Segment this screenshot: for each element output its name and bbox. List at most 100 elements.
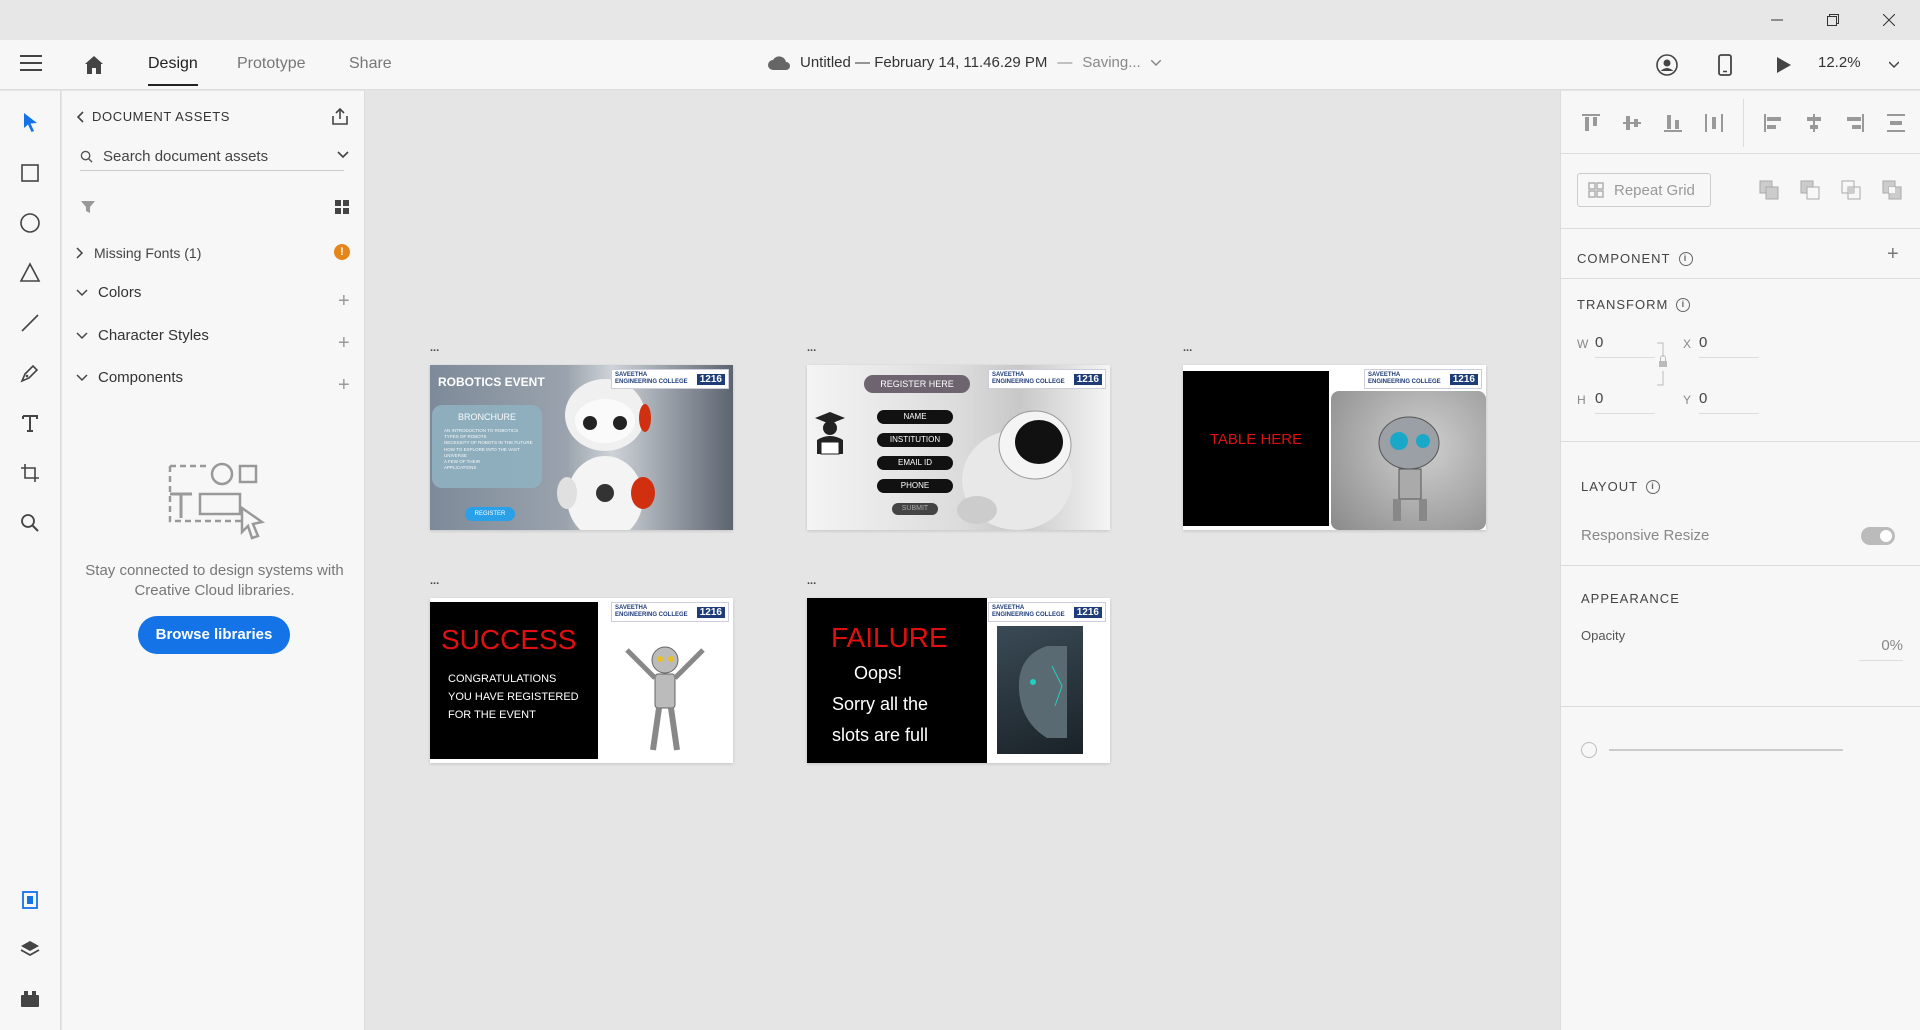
repeat-grid-button[interactable]: Repeat Grid [1577,173,1711,207]
opacity-slider-track[interactable] [1609,749,1843,751]
align-right-icon[interactable] [1843,111,1867,135]
restore-button[interactable] [1810,0,1856,40]
subtract-boolean-icon[interactable] [1798,178,1822,202]
line-tool-icon[interactable] [18,311,42,335]
minimize-button[interactable] [1754,0,1800,40]
info-icon[interactable]: i [1676,297,1691,312]
y-field[interactable]: 0 [1699,390,1759,414]
x-field[interactable]: 0 [1699,334,1759,358]
document-assets-panel: DOCUMENT ASSETS Search document assets M… [62,91,365,1030]
rectangle-tool-icon[interactable] [18,161,42,185]
name-field: NAME [877,410,953,424]
section-colors[interactable]: Colors [76,284,141,301]
menu-icon[interactable] [20,55,42,75]
responsive-resize-toggle[interactable] [1861,527,1895,545]
distribute-horizontal-icon[interactable] [1702,111,1726,135]
assets-back-button[interactable]: DOCUMENT ASSETS [76,109,230,124]
artboard-label[interactable]: ... [807,342,816,354]
artboard-tool-icon[interactable] [18,461,42,485]
zoom-tool-icon[interactable] [18,511,42,535]
divider [1561,565,1920,566]
transform-section-title: TRANSFORM i [1577,297,1691,312]
height-label: H [1577,393,1586,407]
zoom-value: 12.2% [1818,54,1861,71]
design-canvas[interactable]: ... ROBOTICS EVENT BRONCHURE AN INTRODUC… [366,91,1559,1030]
layout-label: LAYOUT [1581,479,1639,494]
artboard-label[interactable]: ... [807,575,816,587]
width-field[interactable]: 0 [1595,334,1655,358]
chevron-down-icon [76,288,88,296]
artboard-table[interactable]: TABLE HERE SAVEETHA ENGINEERING COLLEGE 1… [1183,365,1486,530]
repeat-grid-icon [1588,182,1604,198]
missing-fonts-label: Missing Fonts (1) [94,245,202,261]
assets-panel-icon[interactable] [18,888,42,912]
chevron-down-icon[interactable] [337,151,349,159]
filter-icon[interactable] [80,199,96,215]
align-bottom-icon[interactable] [1661,111,1685,135]
share-export-icon[interactable] [330,107,350,127]
robot-image [957,410,1072,530]
brochure-card: BRONCHURE AN INTRODUCTION TO ROBOTICS TY… [432,405,542,488]
zoom-control[interactable]: 12.2% [1818,54,1899,76]
section-components[interactable]: Components [76,369,183,386]
add-component-icon[interactable]: + [1887,243,1899,266]
search-placeholder: Search document assets [103,148,269,165]
tab-prototype[interactable]: Prototype [237,55,305,73]
intersect-boolean-icon[interactable] [1839,178,1863,202]
align-top-icon[interactable] [1579,111,1603,135]
device-preview-icon[interactable] [1713,53,1737,77]
artboard-label[interactable]: ... [430,342,439,354]
user-icon[interactable] [1655,53,1679,77]
text-tool-icon[interactable] [18,411,42,435]
missing-fonts-row[interactable]: Missing Fonts (1) [76,245,201,261]
warning-icon: ! [334,244,350,260]
info-icon[interactable]: i [1646,479,1661,494]
select-tool-icon[interactable] [18,110,42,134]
properties-panel: Repeat Grid COMPONENT i + TRANSFORM i W … [1560,91,1920,1030]
title-separator: — [1057,54,1073,71]
artboard-failure[interactable]: FAILURE Oops! Sorry all the slots are fu… [807,598,1110,763]
search-assets-input[interactable]: Search document assets [80,143,344,171]
artboard-success[interactable]: SUCCESS CONGRATULATIONS YOU HAVE REGISTE… [430,598,733,763]
divider [1561,441,1920,442]
add-boolean-icon[interactable] [1757,178,1781,202]
artboard-label[interactable]: ... [430,575,439,587]
add-color-icon[interactable]: + [338,290,350,313]
opacity-value[interactable]: 0% [1859,637,1903,661]
section-character-styles[interactable]: Character Styles [76,327,209,344]
add-component-icon[interactable]: + [338,374,350,397]
align-center-icon[interactable] [1802,111,1826,135]
ellipse-tool-icon[interactable] [18,211,42,235]
cloud-icon [768,55,790,70]
add-character-style-icon[interactable]: + [338,332,350,355]
document-title-bar[interactable]: Untitled — February 14, 11.46.29 PM — Sa… [768,54,1161,71]
polygon-tool-icon[interactable] [18,261,42,285]
align-middle-icon[interactable] [1620,111,1644,135]
document-title: Untitled — February 14, 11.46.29 PM [800,54,1048,71]
home-icon[interactable] [82,53,106,77]
opacity-label: Opacity [1581,628,1626,643]
height-field[interactable]: 0 [1595,390,1655,414]
close-window-button[interactable] [1866,0,1912,40]
artboard-label[interactable]: ... [1183,342,1192,354]
minimize-icon [1771,19,1783,21]
info-icon[interactable]: i [1678,251,1693,266]
browse-libraries-button[interactable]: Browse libraries [138,616,290,654]
success-panel: SUCCESS CONGRATULATIONS YOU HAVE REGISTE… [430,602,598,759]
plugins-icon[interactable] [18,987,42,1011]
register-header: REGISTER HERE [864,375,970,393]
tab-design[interactable]: Design [148,55,198,86]
tab-share[interactable]: Share [349,55,392,73]
distribute-vertical-icon[interactable] [1884,111,1908,135]
grid-view-icon[interactable] [334,199,350,215]
exclude-boolean-icon[interactable] [1880,178,1904,202]
opacity-slider-handle[interactable] [1581,742,1597,758]
lock-aspect-icon[interactable] [1657,341,1669,387]
play-icon[interactable] [1771,53,1795,77]
empty-libraries-text: Stay connected to design systems with Cr… [85,562,344,599]
layers-icon[interactable] [18,937,42,961]
artboard-robotics-event[interactable]: ROBOTICS EVENT BRONCHURE AN INTRODUCTION… [430,365,733,530]
pen-tool-icon[interactable] [18,361,42,385]
align-left-icon[interactable] [1761,111,1785,135]
artboard-register[interactable]: REGISTER HERE NAME INSTITUTION EMAIL ID … [807,365,1110,530]
